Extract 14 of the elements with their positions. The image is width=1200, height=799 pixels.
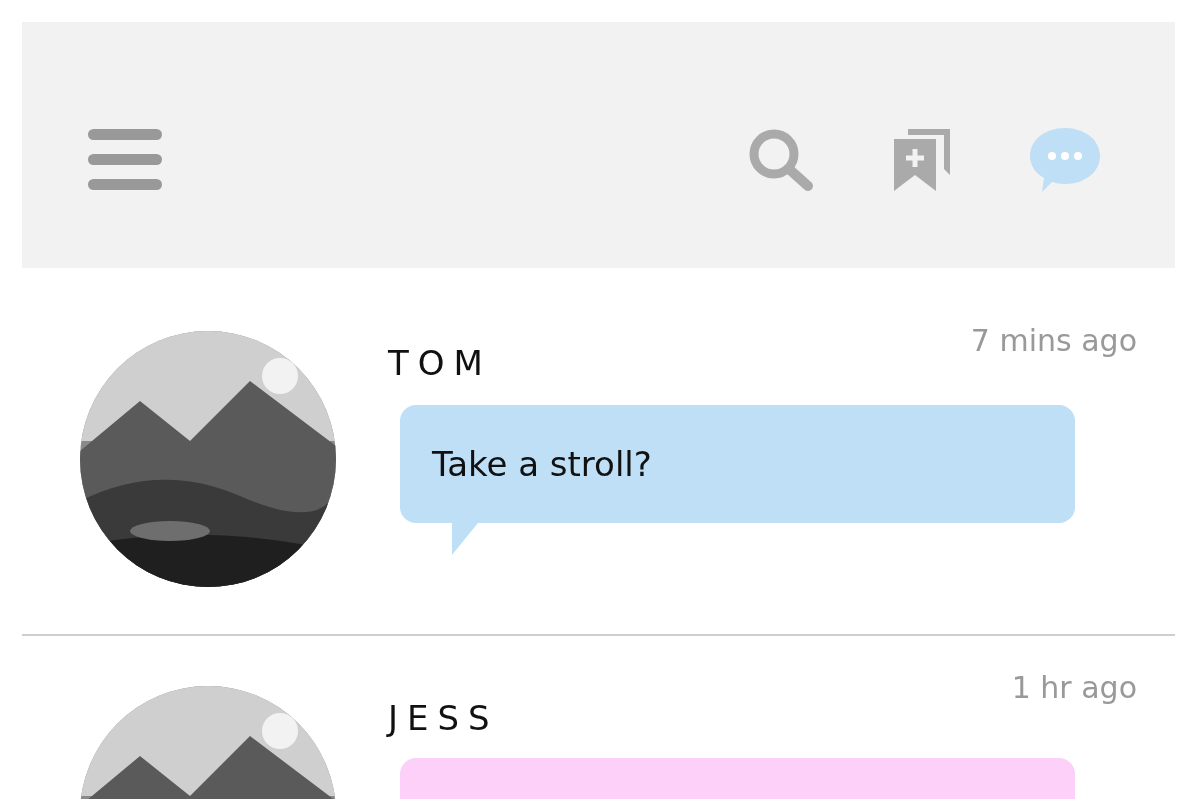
timestamp: 7 mins ago [970,323,1137,358]
chat-icon [1030,128,1100,192]
message-text: Take a stroll? [432,444,652,484]
bookmark-icon [894,129,950,191]
timestamp: 1 hr ago [1011,670,1137,705]
contact-name: JESS [388,698,499,738]
bubble-tail [452,523,478,555]
menu-icon [88,129,162,191]
chat-button[interactable] [1030,128,1100,192]
search-button[interactable] [748,128,814,192]
contact-name: TOM [388,343,492,383]
bookmark-button[interactable] [894,129,950,191]
search-icon [748,128,814,192]
menu-button[interactable] [88,129,162,191]
